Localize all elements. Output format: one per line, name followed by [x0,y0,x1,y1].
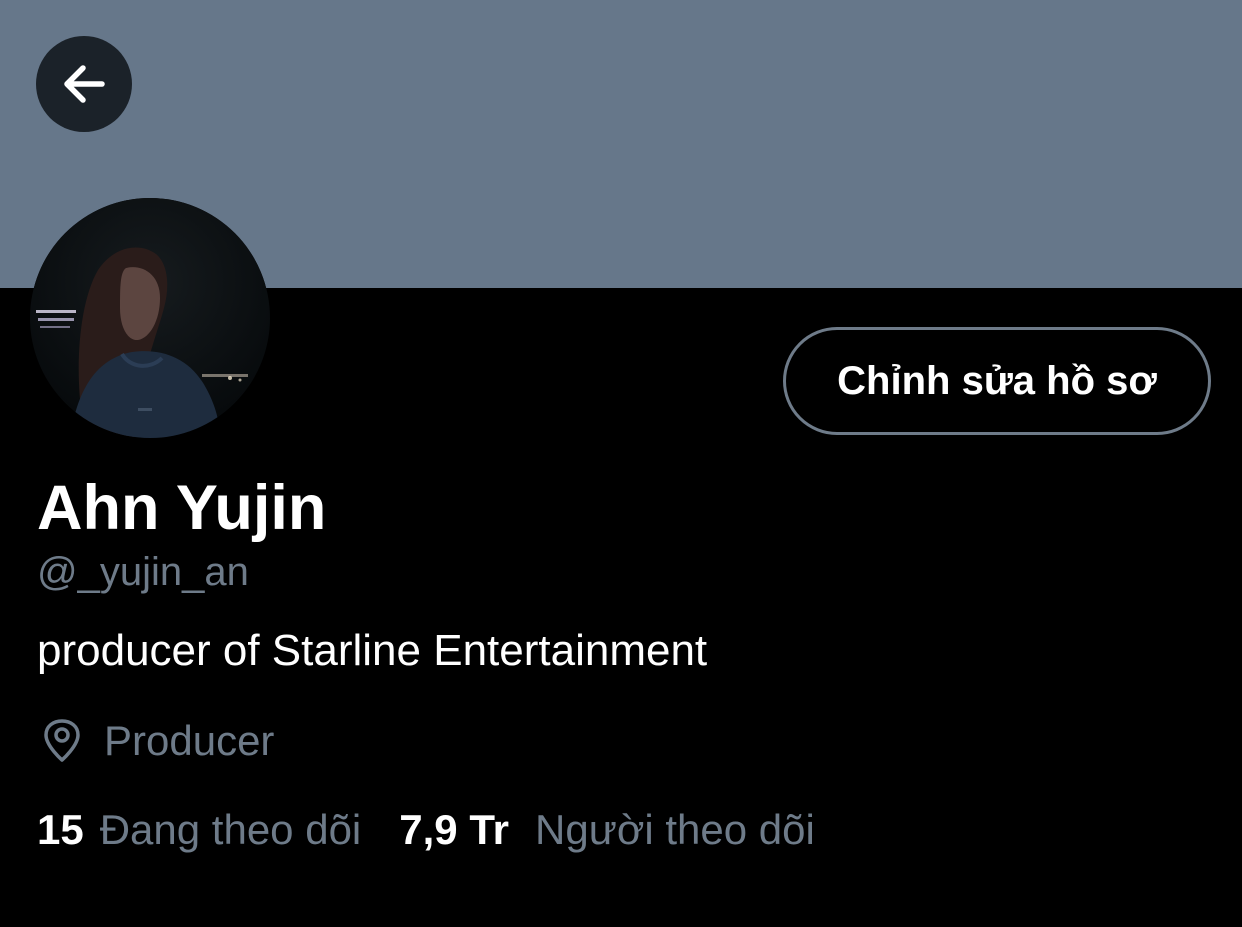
arrow-left-icon [64,65,105,103]
followers-label: Người theo dõi [535,806,815,853]
location-pin-icon [44,719,80,762]
following-count: 15 [37,806,84,853]
display-name: Ahn Yujin [37,473,327,543]
profile-location: Producer [40,715,274,767]
followers-count: 7,9 Tr [399,806,510,853]
avatar[interactable] [30,198,270,438]
following-stat[interactable]: 15 Đang theo dõi [37,806,361,854]
back-button[interactable] [36,36,132,132]
location-text: Producer [104,717,275,764]
edit-profile-button[interactable]: Chỉnh sửa hồ sơ [783,327,1211,435]
following-label: Đang theo dõi [99,806,362,853]
followers-stat[interactable]: 7,9 Tr Người theo dõi [399,806,815,854]
user-handle: @_yujin_an [37,550,249,594]
profile-stats: 15 Đang theo dõi 7,9 Tr Người theo dõi [37,804,815,856]
profile-bio: producer of Starline Entertainment [37,626,708,675]
avatar-photo [30,198,270,438]
